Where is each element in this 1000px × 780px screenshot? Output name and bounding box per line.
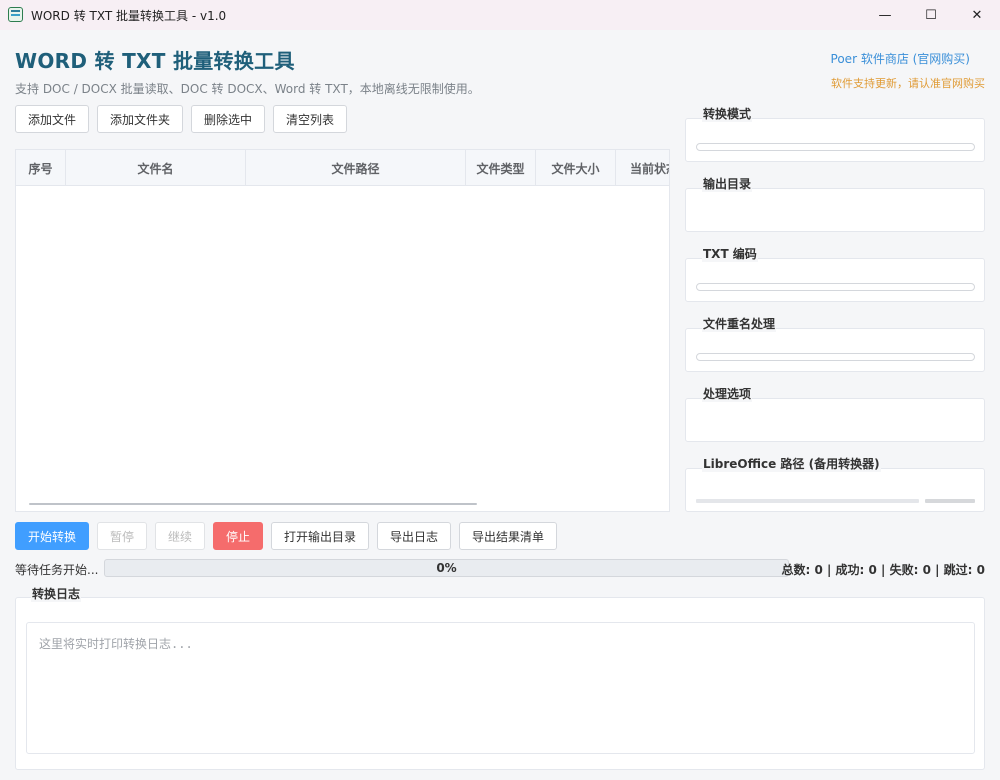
title-bar: WORD 转 TXT 批量转换工具 - v1.0 — ☐ ✕	[0, 0, 1000, 30]
stats-summary: 总数: 0 | 成功: 0 | 失败: 0 | 跳过: 0	[781, 563, 985, 577]
libreoffice-label: LibreOffice 路径 (备用转换器)	[702, 455, 881, 472]
close-button[interactable]: ✕	[954, 0, 1000, 30]
resume-button[interactable]: 继续	[155, 522, 205, 550]
app-subtitle: 支持 DOC / DOCX 批量读取、DOC 转 DOCX、Word 转 TXT…	[15, 82, 480, 96]
rename-group	[685, 328, 985, 372]
open-output-button[interactable]: 打开输出目录	[271, 522, 369, 550]
horizontal-scrollbar[interactable]	[29, 503, 477, 505]
column-header-path[interactable]: 文件路径	[246, 150, 466, 186]
app-icon	[8, 7, 23, 22]
pause-button[interactable]: 暂停	[97, 522, 147, 550]
libreoffice-path-input[interactable]	[696, 499, 919, 503]
rename-select[interactable]	[696, 353, 975, 361]
main-window: WORD 转 TXT 批量转换工具 支持 DOC / DOCX 批量读取、DOC…	[0, 30, 1000, 780]
convert-mode-select[interactable]	[696, 143, 975, 151]
progress-label: 0%	[436, 561, 457, 575]
rename-label: 文件重名处理	[702, 315, 777, 332]
txt-encoding-label: TXT 编码	[702, 245, 758, 262]
window-title: WORD 转 TXT 批量转换工具 - v1.0	[31, 9, 227, 23]
column-header-type[interactable]: 文件类型	[466, 150, 536, 186]
options-label: 处理选项	[702, 385, 753, 402]
libreoffice-browse-button[interactable]	[925, 499, 975, 503]
table-header: 序号 文件名 文件路径 文件类型 文件大小 当前状态	[16, 150, 669, 186]
column-header-status[interactable]: 当前状态	[616, 150, 669, 186]
txt-encoding-group	[685, 258, 985, 302]
file-table[interactable]: 序号 文件名 文件路径 文件类型 文件大小 当前状态	[15, 149, 670, 512]
app-title: WORD 转 TXT 批量转换工具	[15, 49, 295, 73]
clear-list-button[interactable]: 清空列表	[273, 105, 347, 133]
add-folder-button[interactable]: 添加文件夹	[97, 105, 183, 133]
txt-encoding-select[interactable]	[696, 283, 975, 291]
status-text: 等待任务开始...	[15, 563, 99, 577]
start-button[interactable]: 开始转换	[15, 522, 89, 550]
output-dir-group	[685, 188, 985, 232]
progress-bar: 0%	[104, 559, 789, 577]
log-placeholder: 这里将实时打印转换日志...	[39, 637, 193, 651]
stop-button[interactable]: 停止	[213, 522, 263, 550]
store-link[interactable]: Poer 软件商店 (官网购买)	[831, 50, 970, 67]
log-group: 这里将实时打印转换日志...	[15, 597, 985, 770]
column-header-index[interactable]: 序号	[16, 150, 66, 186]
add-files-button[interactable]: 添加文件	[15, 105, 89, 133]
options-group	[685, 398, 985, 442]
convert-mode-group	[685, 118, 985, 162]
column-header-size[interactable]: 文件大小	[536, 150, 616, 186]
minimize-button[interactable]: —	[862, 0, 908, 30]
maximize-button[interactable]: ☐	[908, 0, 954, 30]
column-header-filename[interactable]: 文件名	[66, 150, 246, 186]
export-results-button[interactable]: 导出结果清单	[459, 522, 557, 550]
log-textarea[interactable]: 这里将实时打印转换日志...	[26, 622, 975, 754]
export-log-button[interactable]: 导出日志	[377, 522, 451, 550]
output-dir-label: 输出目录	[702, 175, 753, 192]
libreoffice-group	[685, 468, 985, 512]
convert-mode-label: 转换模式	[702, 105, 753, 122]
store-note: 软件支持更新，请认准官网购买	[831, 77, 985, 90]
log-title: 转换日志	[31, 585, 82, 602]
delete-selected-button[interactable]: 删除选中	[191, 105, 265, 133]
